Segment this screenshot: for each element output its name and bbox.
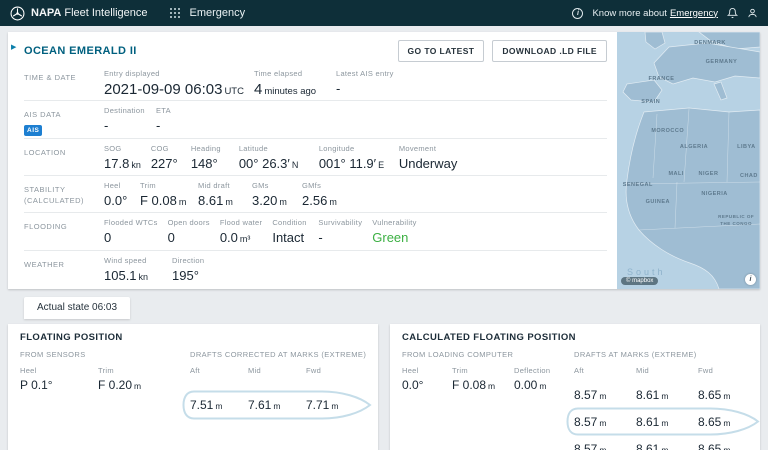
field-survivability: Survivability - [318,218,362,245]
row-flooding: FLOODING Flooded WTCs 0 Open doors 0 Flo… [24,213,607,250]
app-name: Emergency [190,7,246,19]
info-icon[interactable]: i [572,8,583,19]
vessel-status-card: ▶ OCEAN EMERALD II GO TO LATEST DOWNLOAD… [8,32,760,289]
field-flooded-wtcs: Flooded WTCs 0 [104,218,158,245]
field-lc-heel: Heel 0.0° [402,366,452,392]
field-heel: Heel 0.0° [104,181,130,208]
calculated-floating-position-card: CALCULATED FLOATING POSITION FROM LOADIN… [390,324,760,450]
app-switcher-icon[interactable] [170,8,180,18]
tab-actual-state[interactable]: Actual state 06:03 [24,297,130,319]
field-longitude: Longitude 001° 11.9′E [319,144,389,171]
field-gms: GMs 3.20m [252,181,292,208]
drafts-row-3: 8.57m 8.61m 8.65m [574,435,748,450]
field-latitude: Latitude 00° 26.3′N [239,144,309,171]
expand-sidebar-icon[interactable]: ▶ [11,43,16,51]
know-more-text: Know more aboutEmergency [592,8,718,19]
row-label: LOCATION [24,144,104,172]
field-lc-trim: Trim F 0.08m [452,366,514,392]
field-gmfs: GMfs 2.56m [302,181,337,208]
row-location: LOCATION SOG 17.8kn COG 227° Heading 148… [24,139,607,176]
mapbox-attribution[interactable]: © mapbox [621,277,658,285]
draft-fwd-value: 7.71m [306,398,364,412]
row-label: STABILITY (CALCULATED) [24,181,104,209]
drafts-at-marks-group: DRAFTS AT MARKS (EXTREME) Aft Mid Fwd 8.… [574,350,748,450]
field-open-doors: Open doors 0 [168,218,210,245]
row-stability: STABILITY (CALCULATED) Heel 0.0° Trim F … [24,176,607,213]
drafts-row-1: 8.57m 8.61m 8.65m [574,381,748,408]
field-condition: Condition Intact [272,218,308,245]
field-wind-direction: Direction 195° [172,256,204,283]
map-land-shapes [617,32,760,289]
card-title: FLOATING POSITION [20,332,366,343]
napa-propeller-icon [10,6,25,21]
row-time-date: TIME & DATE Entry displayed 2021-09-09 0… [24,64,607,101]
draft-aft-value: 7.51m [190,398,248,412]
go-to-latest-button[interactable]: GO TO LATEST [398,40,485,62]
column-header-aft: Aft [190,366,248,375]
row-label: WEATHER [24,256,104,284]
floating-position-card: FLOATING POSITION FROM SENSORS Heel P 0.… [8,324,378,450]
row-ais-data: AIS DATA AIS Destination - ETA - [24,101,607,138]
column-header-mid: Mid [636,366,698,375]
drafts-row-2: 8.57m 8.61m 8.65m [574,408,748,435]
row-label: FLOODING [24,218,104,246]
row-label: AIS DATA AIS [24,106,104,134]
field-eta: ETA - [156,106,171,133]
know-more-link[interactable]: Emergency [670,8,718,19]
from-loading-computer-group: FROM LOADING COMPUTER Heel 0.0° Trim F 0… [402,350,574,450]
field-vulnerability: Vulnerability Green [372,218,416,245]
field-lc-deflection: Deflection 0.00m [514,366,550,392]
field-trim: Trim F 0.08m [140,181,188,208]
card-title: CALCULATED FLOATING POSITION [402,332,748,343]
field-cog: COG 227° [151,144,181,171]
download-ld-file-button[interactable]: DOWNLOAD .LD FILE [492,40,607,62]
field-wind-speed: Wind speed 105.1kn [104,256,162,283]
column-header-mid: Mid [248,366,306,375]
vessel-name: OCEAN EMERALD II [24,45,137,57]
field-destination: Destination - [104,106,146,133]
field-mid-draft: Mid draft 8.61m [198,181,242,208]
field-heading: Heading 148° [191,144,229,171]
drafts-corrected-group: DRAFTS CORRECTED AT MARKS (EXTREME) Aft … [190,350,366,420]
notifications-bell-icon[interactable] [727,7,738,19]
user-account-icon[interactable] [747,7,758,19]
field-movement: Movement Underway [399,144,458,171]
field-time-elapsed: Time elapsed 4minutes ago [254,69,326,98]
draft-mid-value: 7.61m [248,398,306,412]
column-header-fwd: Fwd [306,366,364,375]
row-label: TIME & DATE [24,69,104,97]
napa-logo: NAPAFleet Intelligence [10,6,148,21]
brand-title: NAPAFleet Intelligence [31,7,148,19]
field-flood-water: Flood water 0.0m³ [220,218,263,245]
field-sensor-trim: Trim F 0.20m [98,366,141,392]
column-header-fwd: Fwd [698,366,760,375]
map-info-icon[interactable]: i [745,274,756,285]
row-weather: WEATHER Wind speed 105.1kn Direction 195… [24,251,607,287]
top-bar: NAPAFleet Intelligence Emergency i Know … [0,0,768,26]
vessel-location-map[interactable]: DENMARK GERMANY FRANCE SPAIN MOROCCO ALG… [617,32,760,289]
field-sog: SOG 17.8kn [104,144,141,171]
field-entry-displayed: Entry displayed 2021-09-09 06:03UTC [104,69,244,98]
from-sensors-group: FROM SENSORS Heel P 0.1° Trim F 0.20m [20,350,190,420]
ais-badge: AIS [24,125,42,137]
column-header-aft: Aft [574,366,636,375]
field-latest-ais-entry: Latest AIS entry - [336,69,394,96]
field-sensor-heel: Heel P 0.1° [20,366,98,392]
vulnerability-status-badge: Green [372,230,408,245]
